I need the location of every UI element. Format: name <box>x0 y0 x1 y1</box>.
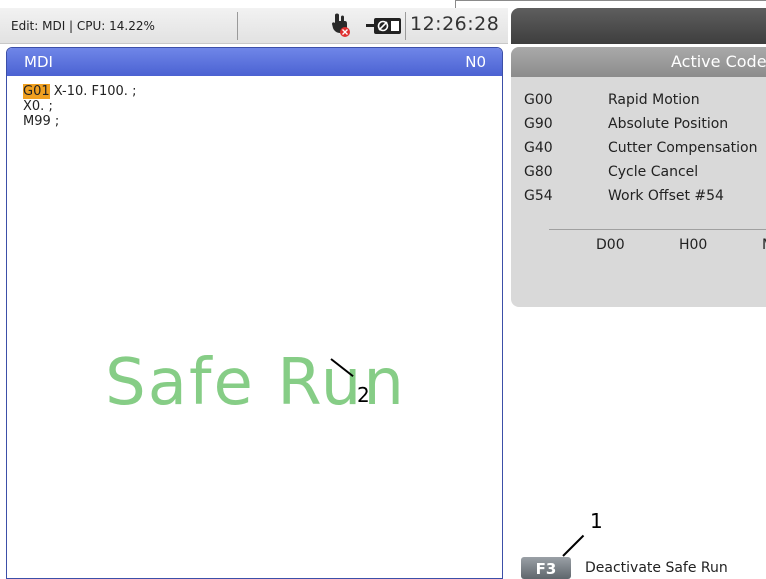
mdi-program-code[interactable]: G01 X-10. F100. ; X0. ; M99 ; <box>23 84 136 129</box>
f3-key-button[interactable]: F3 <box>521 557 571 579</box>
code-line[interactable]: M99 ; <box>23 114 136 129</box>
f3-key-label: Deactivate Safe Run <box>585 560 728 576</box>
g-code: G80 <box>524 164 553 180</box>
tool-offset-row: D00 H00 M <box>596 237 766 253</box>
memory-lock-icon[interactable] <box>366 16 402 36</box>
g-code-description: Rapid Motion <box>608 92 700 108</box>
mdi-header: MDI N0 <box>7 48 502 76</box>
m-code: M <box>762 237 766 253</box>
clock: 12:26:28 <box>410 13 500 35</box>
status-text: Edit: MDI | CPU: 14.22% <box>11 19 155 33</box>
code-text: X-10. F100. ; <box>49 84 137 99</box>
g-code-description: Work Offset #54 <box>608 188 724 204</box>
g-code-description: Absolute Position <box>608 116 729 132</box>
program-lock-disabled-icon[interactable] <box>330 12 352 38</box>
divider <box>549 229 766 230</box>
g-code: G40 <box>524 140 553 156</box>
g-code-description: Cycle Cancel <box>608 164 699 180</box>
code-line[interactable]: X0. ; <box>23 99 136 114</box>
g-code: G00 <box>524 92 553 108</box>
callout-number: 1 <box>590 509 603 533</box>
sequence-number: N0 <box>465 53 486 71</box>
safe-run-watermark: Safe Run <box>105 346 406 420</box>
active-codes-pane: Active Codes G00 Rapid Motion G90 Absolu… <box>511 47 766 307</box>
status-divider <box>405 12 406 40</box>
callout-number: 2 <box>357 383 370 407</box>
mdi-title: MDI <box>24 53 53 71</box>
cursor-highlight: G01 <box>23 84 50 99</box>
status-bar: Edit: MDI | CPU: 14.22% 12:26:28 <box>0 8 508 44</box>
g-code-description: Cutter Compensation <box>608 140 758 156</box>
code-text: X0. ; <box>23 99 53 114</box>
right-top-bar <box>511 8 766 44</box>
status-divider <box>237 12 238 40</box>
d-offset: D00 <box>596 237 625 253</box>
code-text: M99 ; <box>23 114 60 129</box>
g-code: G90 <box>524 116 553 132</box>
active-codes-title: Active Codes <box>671 52 766 71</box>
mdi-pane[interactable]: MDI N0 G01 X-10. F100. ; X0. ; M99 ; Saf… <box>6 47 503 579</box>
g-code: G54 <box>524 188 553 204</box>
code-line[interactable]: G01 X-10. F100. ; <box>23 84 136 99</box>
active-codes-header: Active Codes <box>511 47 766 77</box>
callout-line <box>562 534 585 557</box>
h-offset: H00 <box>679 237 708 253</box>
